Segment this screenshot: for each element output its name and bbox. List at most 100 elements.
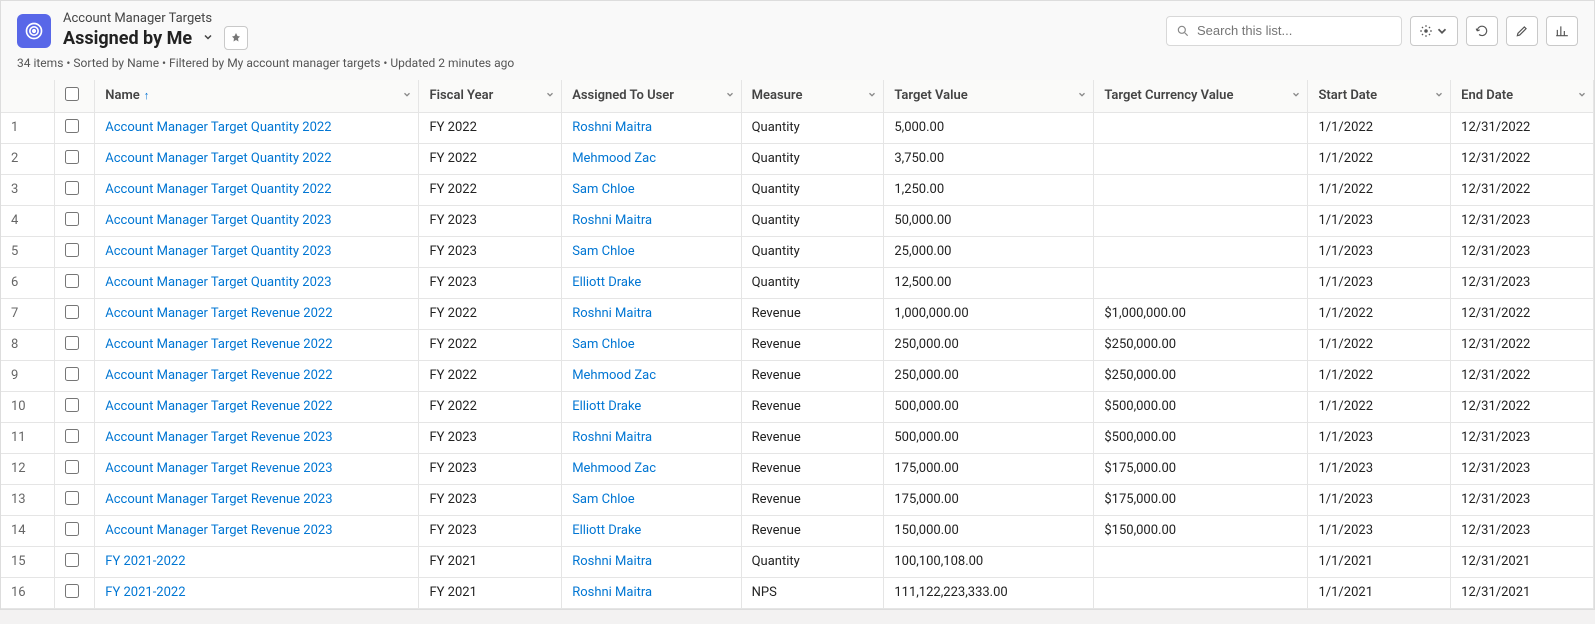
- record-link[interactable]: Account Manager Target Revenue 2022: [105, 337, 332, 352]
- col-name[interactable]: Name↑: [95, 80, 419, 112]
- table-row[interactable]: 3Account Manager Target Quantity 2022FY …: [1, 174, 1594, 205]
- table-row[interactable]: 9Account Manager Target Revenue 2022FY 2…: [1, 360, 1594, 391]
- col-end-date[interactable]: End Date: [1451, 80, 1594, 112]
- table-row[interactable]: 2Account Manager Target Quantity 2022FY …: [1, 143, 1594, 174]
- record-link[interactable]: Account Manager Target Revenue 2023: [105, 461, 332, 476]
- record-link[interactable]: Account Manager Target Revenue 2022: [105, 306, 332, 321]
- col-menu-measure[interactable]: [867, 88, 877, 103]
- user-link[interactable]: Roshni Maitra: [572, 306, 652, 321]
- row-select[interactable]: [54, 174, 95, 205]
- table-row[interactable]: 6Account Manager Target Quantity 2023FY …: [1, 267, 1594, 298]
- user-link[interactable]: Roshni Maitra: [572, 430, 652, 445]
- row-checkbox[interactable]: [65, 553, 79, 567]
- row-checkbox[interactable]: [65, 336, 79, 350]
- record-link[interactable]: Account Manager Target Quantity 2022: [105, 151, 331, 166]
- col-measure[interactable]: Measure: [741, 80, 884, 112]
- row-select[interactable]: [54, 236, 95, 267]
- col-select-all[interactable]: [54, 80, 95, 112]
- row-checkbox[interactable]: [65, 522, 79, 536]
- table-row[interactable]: 5Account Manager Target Quantity 2023FY …: [1, 236, 1594, 267]
- record-link[interactable]: Account Manager Target Quantity 2023: [105, 275, 331, 290]
- user-link[interactable]: Elliott Drake: [572, 523, 641, 538]
- table-row[interactable]: 16FY 2021-2022FY 2021Roshni MaitraNPS111…: [1, 577, 1594, 608]
- pin-list-button[interactable]: [224, 26, 248, 50]
- row-select[interactable]: [54, 329, 95, 360]
- record-link[interactable]: FY 2021-2022: [105, 554, 185, 569]
- user-link[interactable]: Elliott Drake: [572, 399, 641, 414]
- row-select[interactable]: [54, 360, 95, 391]
- row-checkbox[interactable]: [65, 367, 79, 381]
- user-link[interactable]: Mehmood Zac: [572, 461, 656, 476]
- row-checkbox[interactable]: [65, 243, 79, 257]
- record-link[interactable]: Account Manager Target Revenue 2023: [105, 430, 332, 445]
- row-checkbox[interactable]: [65, 584, 79, 598]
- row-checkbox[interactable]: [65, 460, 79, 474]
- row-select[interactable]: [54, 515, 95, 546]
- table-row[interactable]: 10Account Manager Target Revenue 2022FY …: [1, 391, 1594, 422]
- record-link[interactable]: Account Manager Target Quantity 2023: [105, 213, 331, 228]
- row-checkbox[interactable]: [65, 305, 79, 319]
- col-menu-user[interactable]: [725, 88, 735, 103]
- table-row[interactable]: 4Account Manager Target Quantity 2023FY …: [1, 205, 1594, 236]
- user-link[interactable]: Sam Chloe: [572, 492, 635, 507]
- row-select[interactable]: [54, 391, 95, 422]
- row-select[interactable]: [54, 422, 95, 453]
- col-fiscal-year[interactable]: Fiscal Year: [419, 80, 562, 112]
- edit-list-button[interactable]: [1506, 16, 1538, 46]
- record-link[interactable]: Account Manager Target Quantity 2022: [105, 182, 331, 197]
- col-menu-target[interactable]: [1077, 88, 1087, 103]
- table-row[interactable]: 11Account Manager Target Revenue 2023FY …: [1, 422, 1594, 453]
- table-row[interactable]: 8Account Manager Target Revenue 2022FY 2…: [1, 329, 1594, 360]
- record-link[interactable]: Account Manager Target Revenue 2023: [105, 492, 332, 507]
- row-select[interactable]: [54, 546, 95, 577]
- table-row[interactable]: 12Account Manager Target Revenue 2023FY …: [1, 453, 1594, 484]
- row-select[interactable]: [54, 577, 95, 608]
- user-link[interactable]: Sam Chloe: [572, 337, 635, 352]
- record-link[interactable]: Account Manager Target Revenue 2022: [105, 399, 332, 414]
- row-select[interactable]: [54, 205, 95, 236]
- chart-button[interactable]: [1546, 16, 1578, 46]
- record-link[interactable]: Account Manager Target Quantity 2023: [105, 244, 331, 259]
- col-start-date[interactable]: Start Date: [1308, 80, 1451, 112]
- user-link[interactable]: Roshni Maitra: [572, 213, 652, 228]
- user-link[interactable]: Mehmood Zac: [572, 368, 656, 383]
- col-menu-fy[interactable]: [545, 88, 555, 103]
- row-select[interactable]: [54, 453, 95, 484]
- row-checkbox[interactable]: [65, 150, 79, 164]
- row-select[interactable]: [54, 112, 95, 143]
- select-all-checkbox[interactable]: [65, 87, 79, 101]
- user-link[interactable]: Roshni Maitra: [572, 120, 652, 135]
- row-checkbox[interactable]: [65, 429, 79, 443]
- user-link[interactable]: Sam Chloe: [572, 182, 635, 197]
- record-link[interactable]: Account Manager Target Revenue 2022: [105, 368, 332, 383]
- table-row[interactable]: 1Account Manager Target Quantity 2022FY …: [1, 112, 1594, 143]
- col-target-value[interactable]: Target Value: [884, 80, 1094, 112]
- table-row[interactable]: 15FY 2021-2022FY 2021Roshni MaitraQuanti…: [1, 546, 1594, 577]
- row-select[interactable]: [54, 298, 95, 329]
- row-checkbox[interactable]: [65, 119, 79, 133]
- row-checkbox[interactable]: [65, 274, 79, 288]
- table-row[interactable]: 14Account Manager Target Revenue 2023FY …: [1, 515, 1594, 546]
- refresh-button[interactable]: [1466, 16, 1498, 46]
- row-checkbox[interactable]: [65, 181, 79, 195]
- record-link[interactable]: FY 2021-2022: [105, 585, 185, 600]
- col-assigned-to[interactable]: Assigned To User: [562, 80, 741, 112]
- user-link[interactable]: Roshni Maitra: [572, 554, 652, 569]
- col-menu-name[interactable]: [402, 88, 412, 103]
- row-select[interactable]: [54, 267, 95, 298]
- user-link[interactable]: Sam Chloe: [572, 244, 635, 259]
- row-select[interactable]: [54, 143, 95, 174]
- table-row[interactable]: 13Account Manager Target Revenue 2023FY …: [1, 484, 1594, 515]
- col-menu-start[interactable]: [1434, 88, 1444, 103]
- user-link[interactable]: Elliott Drake: [572, 275, 641, 290]
- col-menu-end[interactable]: [1577, 88, 1587, 103]
- list-view-name[interactable]: Assigned by Me: [63, 28, 192, 49]
- user-link[interactable]: Mehmood Zac: [572, 151, 656, 166]
- row-checkbox[interactable]: [65, 491, 79, 505]
- record-link[interactable]: Account Manager Target Quantity 2022: [105, 120, 331, 135]
- row-checkbox[interactable]: [65, 398, 79, 412]
- list-view-picker[interactable]: [200, 31, 216, 46]
- record-link[interactable]: Account Manager Target Revenue 2023: [105, 523, 332, 538]
- search-input[interactable]: [1166, 16, 1402, 46]
- col-menu-currency[interactable]: [1291, 88, 1301, 103]
